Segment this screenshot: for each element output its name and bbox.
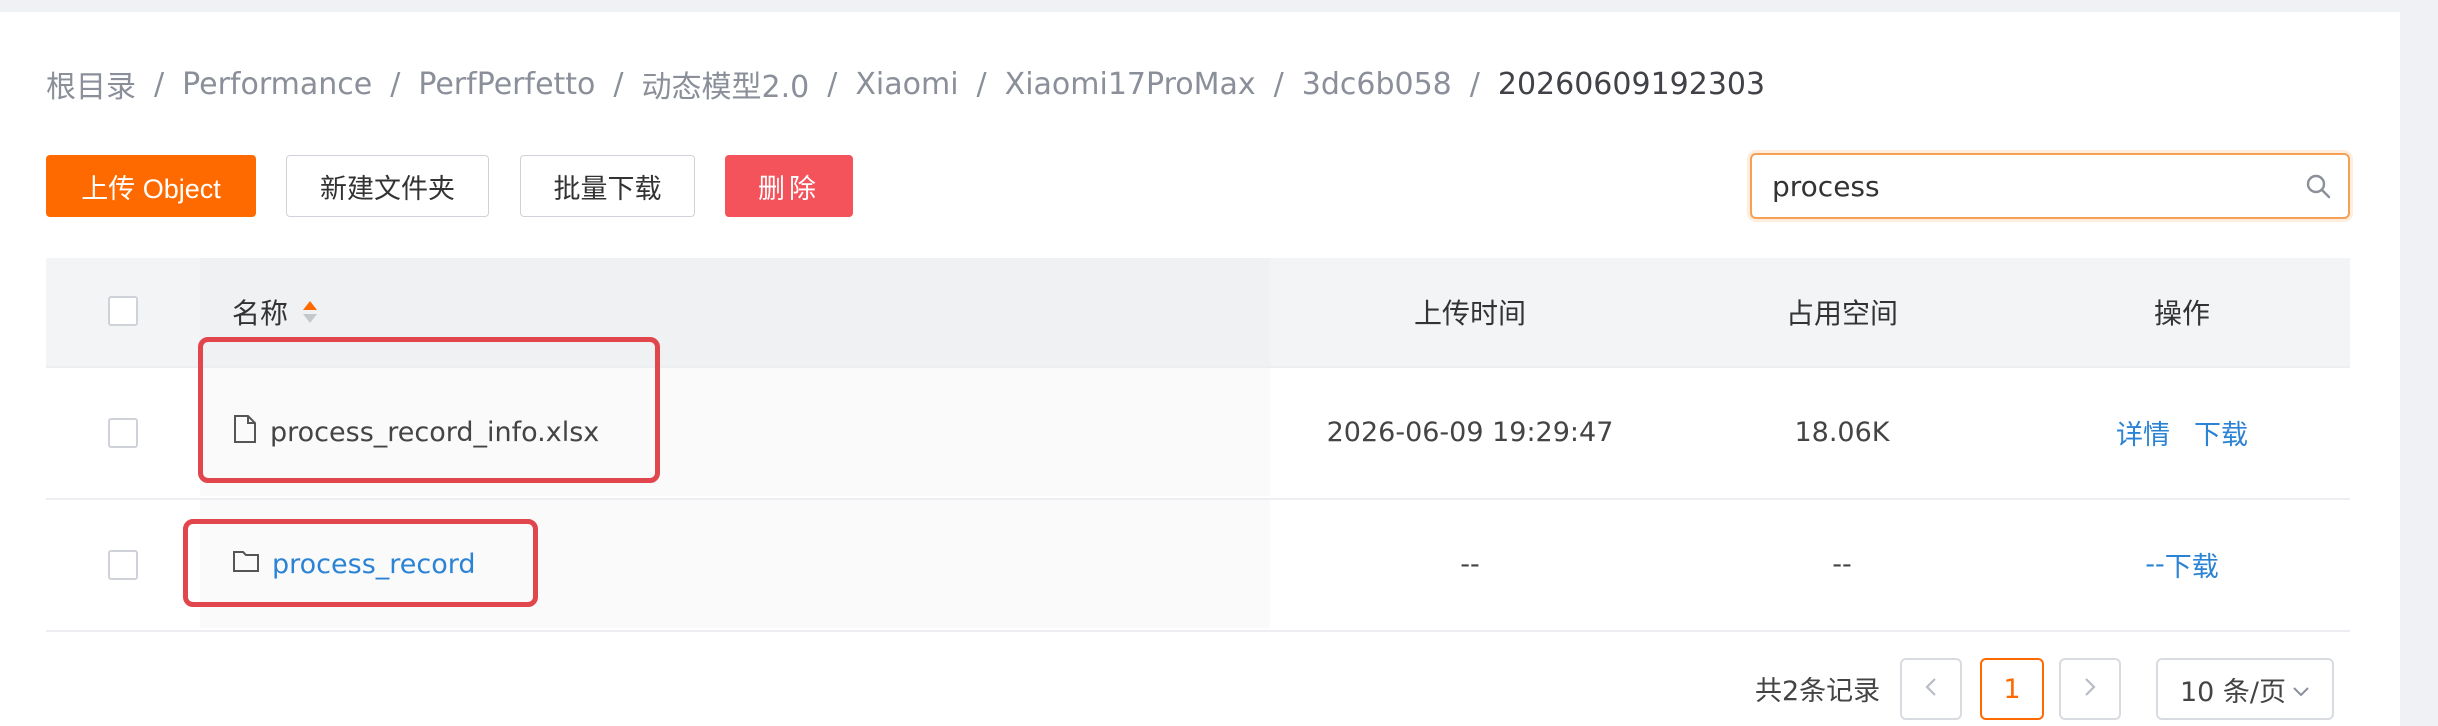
new-folder-button[interactable]: 新建文件夹 <box>286 155 489 217</box>
total-records: 共2条记录 <box>1755 675 1881 707</box>
header-name[interactable]: 名称 <box>232 258 318 366</box>
table-row: process_record_info.xlsx 2026-06-09 19:2… <box>46 368 2350 500</box>
breadcrumb-item-dynamic-model[interactable]: 动态模型2.0 <box>642 62 810 106</box>
row-actions: 详情 下载 <box>2014 368 2350 496</box>
file-icon <box>232 414 258 451</box>
file-name-cell: process_record_info.xlsx <box>232 368 599 496</box>
search-input[interactable] <box>1752 168 2288 204</box>
search-box <box>1750 153 2350 219</box>
file-size: 18.06K <box>1794 416 1890 448</box>
name-column-background <box>200 258 1270 366</box>
header-actions: 操作 <box>2153 297 2210 330</box>
page-button-current[interactable]: 1 <box>1980 658 2044 720</box>
breadcrumb-separator: / <box>390 66 401 102</box>
chevron-right-icon <box>2083 674 2097 705</box>
delete-button[interactable]: 删除 <box>725 155 853 217</box>
prev-page-button[interactable] <box>1900 658 1962 720</box>
breadcrumb-separator: / <box>613 66 624 102</box>
upload-time: -- <box>1460 548 1480 580</box>
sort-icon[interactable] <box>302 299 318 325</box>
table-header: 名称 上传时间 占用空间 操作 <box>46 258 2350 368</box>
breadcrumb-item-perfperfetto[interactable]: PerfPerfetto <box>418 67 595 102</box>
breadcrumb-item-performance[interactable]: Performance <box>182 67 372 102</box>
row-checkbox[interactable] <box>108 418 138 448</box>
breadcrumb-item-device[interactable]: Xiaomi17ProMax <box>1005 67 1256 102</box>
breadcrumb-separator: / <box>1469 66 1480 102</box>
breadcrumb-item-xiaomi[interactable]: Xiaomi <box>855 67 958 102</box>
breadcrumb-separator: / <box>1273 66 1284 102</box>
file-name: process_record_info.xlsx <box>270 416 600 448</box>
header-upload-time: 上传时间 <box>1413 297 1526 330</box>
breadcrumb-separator: / <box>827 66 838 102</box>
object-table: 名称 上传时间 占用空间 操作 process_record_info.xlsx <box>46 258 2350 632</box>
row-actions: -- 下载 <box>2014 500 2350 628</box>
header-name-label: 名称 <box>232 297 289 330</box>
search-icon[interactable] <box>2288 156 2348 216</box>
chevron-down-icon <box>2292 674 2310 705</box>
folder-icon <box>232 548 260 581</box>
scrollbar-track <box>2400 0 2438 726</box>
breadcrumb-item-root[interactable]: 根目录 <box>46 62 136 106</box>
breadcrumb-separator: / <box>976 66 987 102</box>
next-page-button[interactable] <box>2059 658 2121 720</box>
breadcrumb-item-current: 20260609192303 <box>1497 66 1766 102</box>
detail-placeholder: -- <box>2145 548 2165 580</box>
download-link[interactable]: 下载 <box>2165 545 2219 584</box>
upload-object-button[interactable]: 上传 Object <box>46 155 256 217</box>
page-size-select[interactable]: 10 条/页 <box>2156 658 2334 720</box>
detail-link[interactable]: 详情 <box>2116 413 2170 452</box>
table-row: process_record -- -- -- 下载 <box>46 500 2350 632</box>
select-all-checkbox[interactable] <box>108 296 138 326</box>
breadcrumb-separator: / <box>154 66 165 102</box>
batch-download-button[interactable]: 批量下载 <box>520 155 695 217</box>
row-checkbox[interactable] <box>108 550 138 580</box>
page-size-label: 10 条/页 <box>2179 676 2287 708</box>
folder-name-link[interactable]: process_record <box>272 549 476 580</box>
folder-name-cell: process_record <box>232 500 476 628</box>
breadcrumb-item-hash[interactable]: 3dc6b058 <box>1302 67 1452 102</box>
upload-time: 2026-06-09 19:29:47 <box>1326 416 1614 448</box>
chevron-left-icon <box>1924 674 1938 705</box>
download-link[interactable]: 下载 <box>2194 413 2248 452</box>
file-size: -- <box>1832 548 1852 580</box>
header-size: 占用空间 <box>1785 297 1898 330</box>
breadcrumb: 根目录 / Performance / PerfPerfetto / 动态模型2… <box>46 62 1765 106</box>
